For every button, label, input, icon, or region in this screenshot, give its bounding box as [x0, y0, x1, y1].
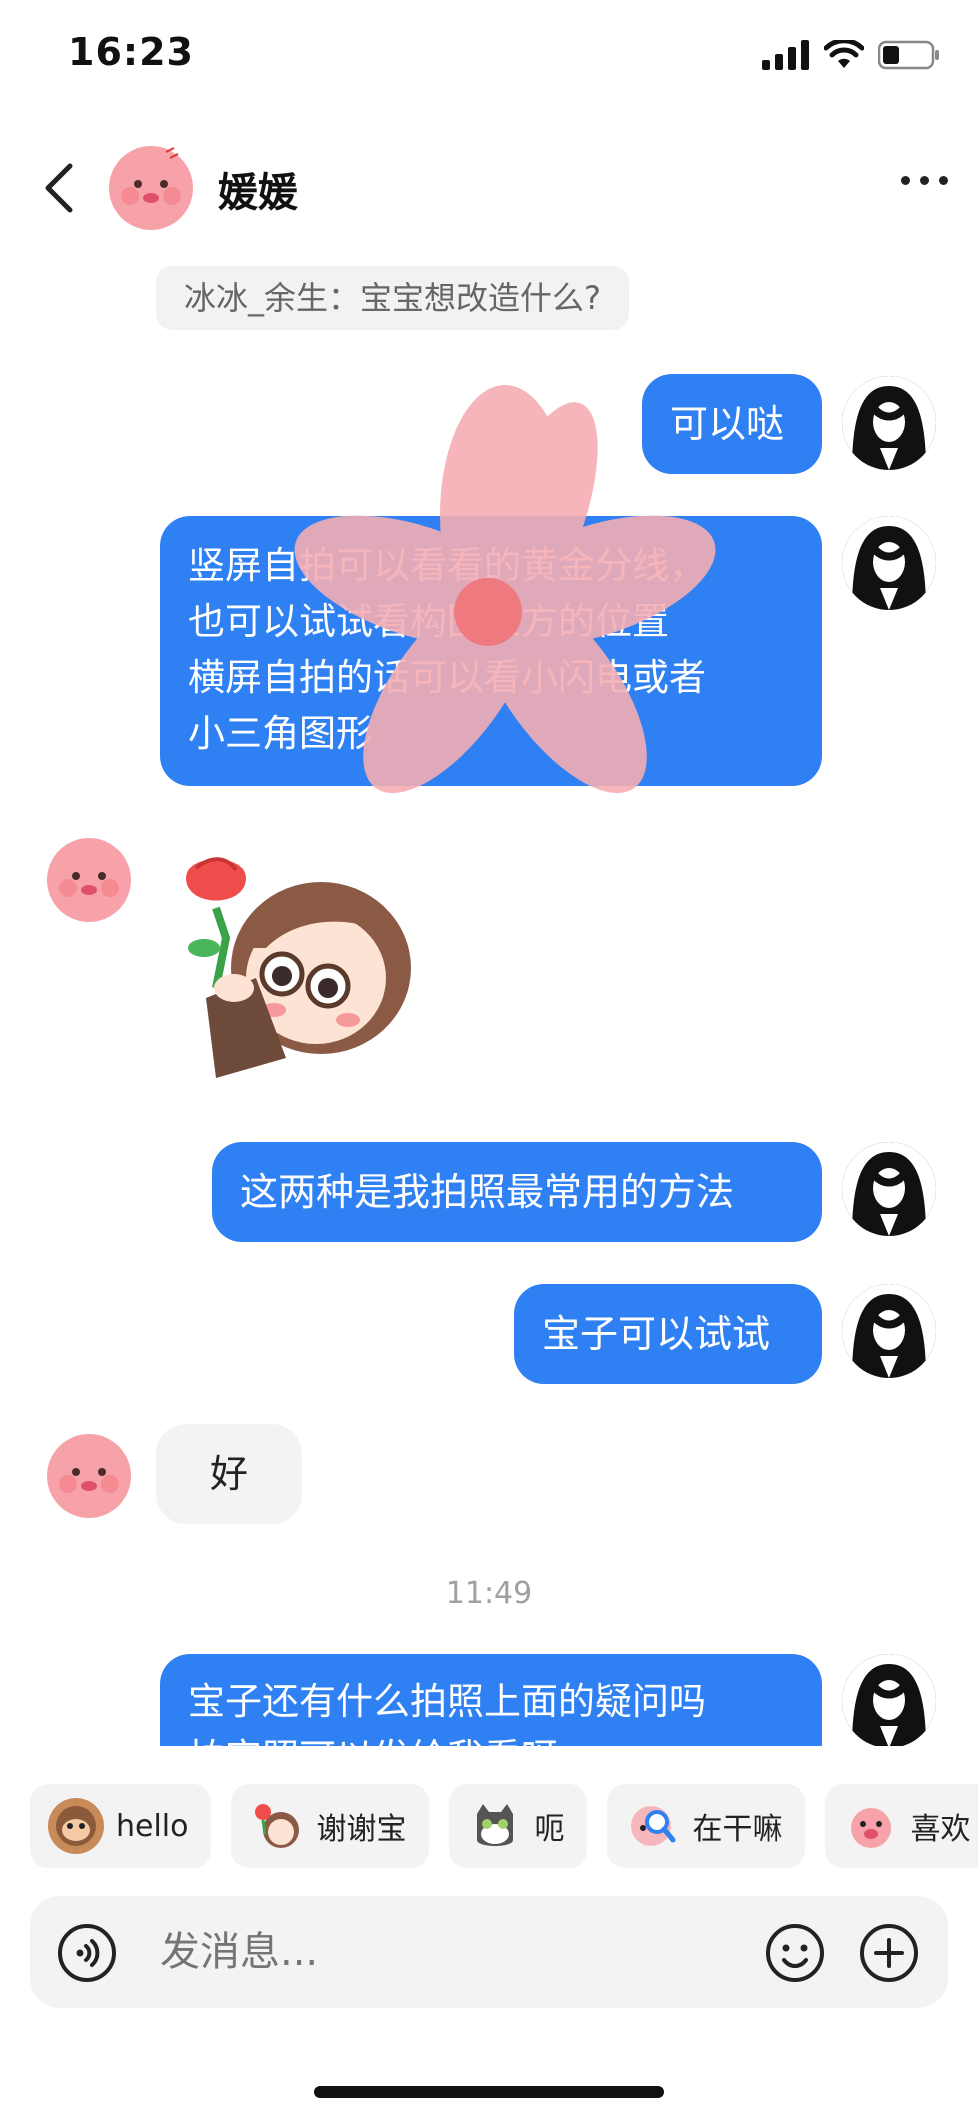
quick-reply-label: 喜欢 — [910, 1812, 971, 1847]
message-bubble[interactable]: 这两种是我拍照最常用的方法 — [212, 1142, 822, 1242]
quick-reply-label: 在干嘛 — [692, 1812, 783, 1847]
message-input[interactable] — [158, 1928, 722, 1976]
signal-icon — [762, 40, 809, 70]
quick-reply-hello[interactable]: hello — [30, 1784, 211, 1868]
voice-input-icon[interactable] — [56, 1922, 118, 1984]
pig-emoji-icon — [843, 1798, 899, 1854]
status-icons — [762, 40, 940, 70]
contact-avatar[interactable] — [104, 138, 198, 232]
girl-holding-rose-sticker[interactable] — [176, 848, 416, 1084]
cat-emoji-icon — [467, 1798, 523, 1854]
battery-icon — [878, 40, 939, 70]
quick-reply-label: 谢谢宝 — [316, 1812, 407, 1847]
my-avatar[interactable] — [842, 1142, 936, 1236]
contact-name: 媛媛 — [218, 170, 298, 216]
quick-reply-whatsup[interactable]: 在干嘛 — [606, 1784, 805, 1868]
add-attachment-icon[interactable] — [858, 1922, 920, 1984]
monkey-emoji-icon — [48, 1798, 104, 1854]
message-bubble[interactable]: 宝子可以试试 — [514, 1284, 822, 1384]
message-timestamp: 11:49 — [445, 1576, 533, 1611]
quick-reply-label: hello — [116, 1808, 189, 1844]
quick-reply-thanks[interactable]: 谢谢宝 — [230, 1784, 429, 1868]
message-clip: 宝子还有什么拍照上面的疑问吗 拍完照可以发给我看呀 — [0, 1650, 978, 1746]
status-time: 16:23 — [68, 30, 194, 74]
quick-reply-bar: hello 谢谢宝 呃 在干嘛 喜欢 — [30, 1784, 978, 1870]
girl-rose-emoji-icon — [249, 1798, 305, 1854]
message-line: 拍完照可以发给我看呀 — [188, 1730, 794, 1746]
message-bubble[interactable]: 好 — [156, 1424, 302, 1524]
contact-avatar[interactable] — [42, 830, 136, 924]
home-indicator[interactable] — [314, 2086, 664, 2098]
message-line: 宝子还有什么拍照上面的疑问吗 — [188, 1680, 706, 1723]
my-avatar[interactable] — [842, 1654, 936, 1746]
flower-doodle-overlay — [294, 385, 716, 794]
my-avatar[interactable] — [842, 1284, 936, 1378]
my-avatar[interactable] — [842, 376, 936, 470]
more-options-icon[interactable] — [901, 176, 948, 185]
quick-reply-like[interactable]: 喜欢 — [824, 1784, 978, 1868]
quick-reply-label: 呃 — [534, 1812, 565, 1847]
wifi-icon — [824, 40, 864, 68]
contact-avatar[interactable] — [42, 1426, 136, 1520]
message-bubble[interactable]: 宝子还有什么拍照上面的疑问吗 拍完照可以发给我看呀 — [160, 1654, 822, 1746]
my-avatar[interactable] — [842, 516, 936, 610]
quoted-reply[interactable]: 冰冰_余生：宝宝想改造什么? — [156, 266, 629, 330]
magnifier-emoji-icon — [625, 1798, 681, 1854]
back-chevron-icon[interactable] — [38, 160, 82, 216]
quick-reply-uh[interactable]: 呃 — [448, 1784, 587, 1868]
emoji-icon[interactable] — [764, 1922, 826, 1984]
